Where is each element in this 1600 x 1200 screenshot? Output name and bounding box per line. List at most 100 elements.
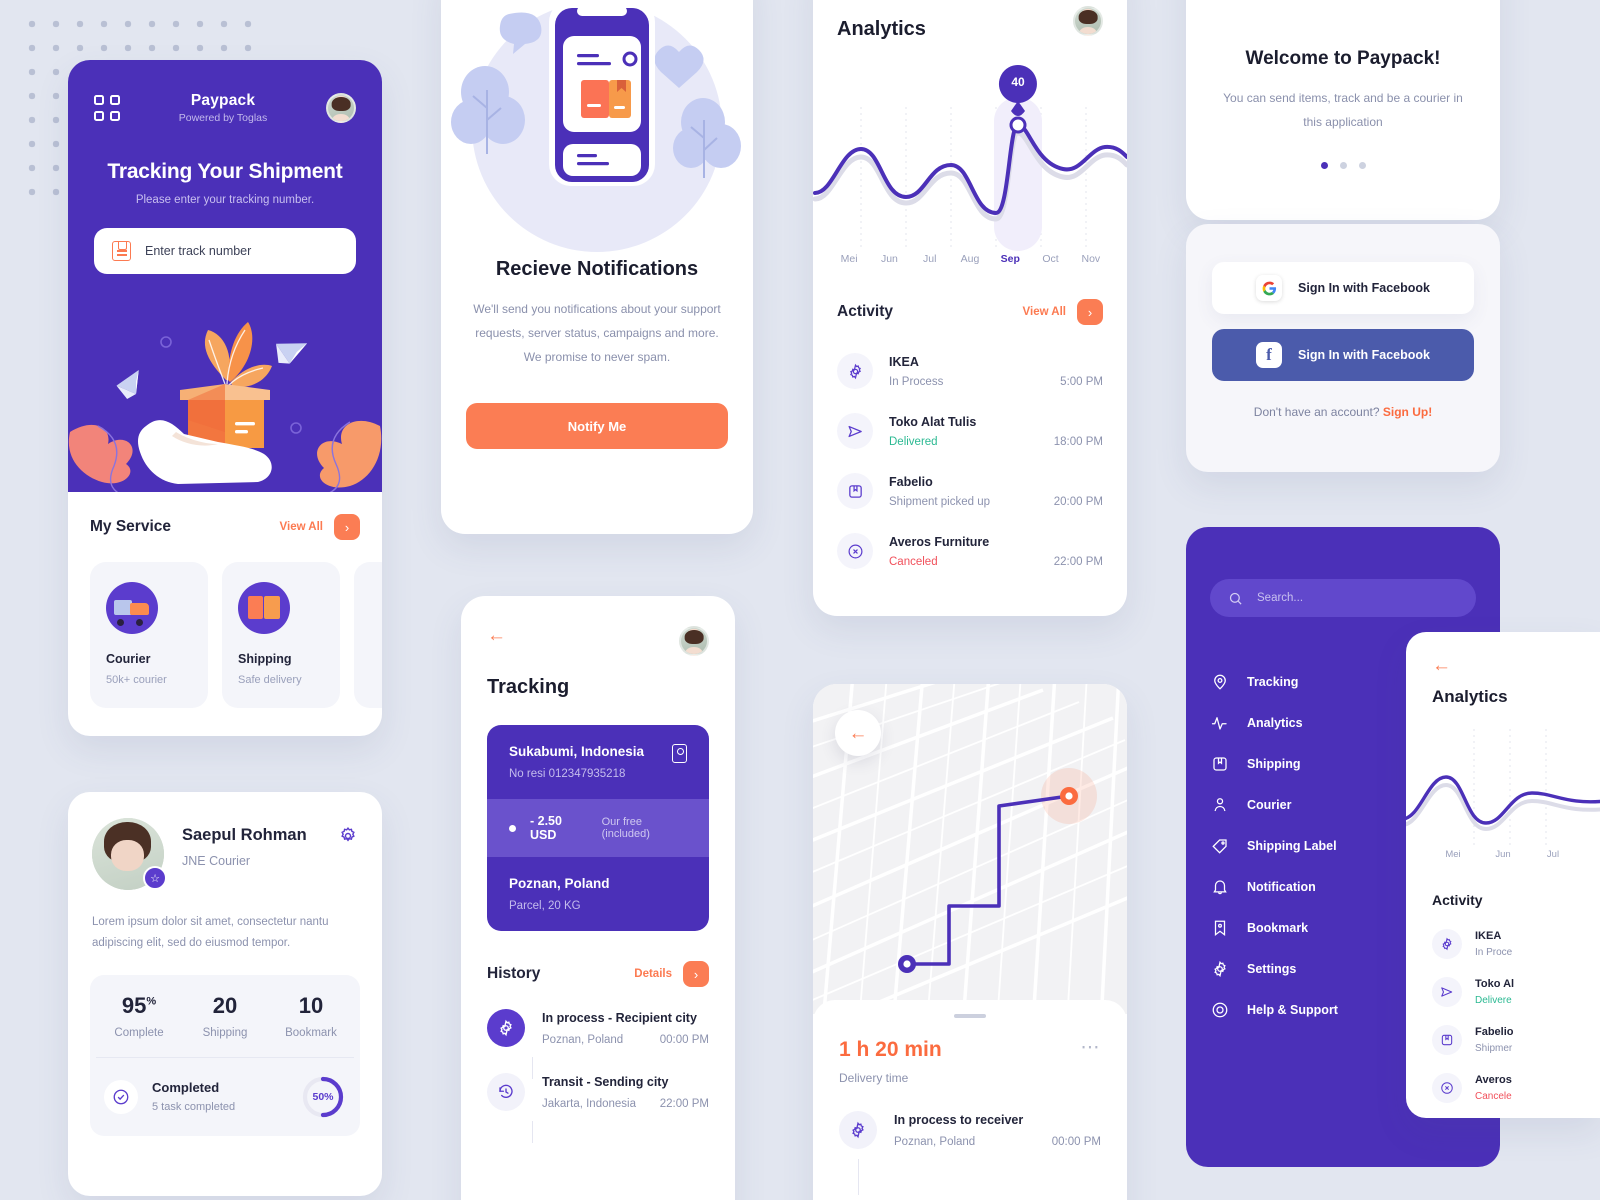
stat-complete: 95% Complete <box>96 993 182 1039</box>
activity-name: Fabelio <box>1475 1026 1514 1038</box>
history-header: History Details › <box>461 961 735 987</box>
pager-dot-2[interactable] <box>1339 162 1347 169</box>
stat-value: 95 <box>121 992 147 1018</box>
view-all-label[interactable]: View All <box>1023 306 1066 318</box>
analytics-overlay-panel: ← Analytics Mei Jun Jul Activity IKEA In… <box>1406 632 1600 1118</box>
service-name: Courier <box>106 652 151 666</box>
activity-item[interactable]: Averos Furniture Canceled 22:00 PM <box>837 521 1103 581</box>
activity-item[interactable]: Fabelio Shipment picked up 20:00 PM <box>837 461 1103 521</box>
profile-avatar[interactable]: ☆ <box>92 818 167 890</box>
sidebar-item-label: Analytics <box>1247 715 1303 730</box>
chevron-right-button[interactable]: › <box>683 961 709 987</box>
bookmark-icon[interactable] <box>672 744 687 763</box>
activity-header: Activity View All › <box>813 299 1127 325</box>
section-title: My Service <box>90 518 171 535</box>
activity-item[interactable]: IKEA In Proce <box>1432 920 1600 968</box>
chevron-right-button[interactable]: › <box>1077 299 1103 325</box>
tracking-home-screen: Paypack Powered by Toglas Tracking Your … <box>68 60 382 736</box>
user-icon <box>1210 795 1229 814</box>
activity-time: 22:00 PM <box>1053 555 1103 568</box>
notify-me-button[interactable]: Notify Me <box>466 403 728 449</box>
page-subtitle: Please enter your tracking number. <box>135 194 315 206</box>
avatar[interactable] <box>1073 6 1103 36</box>
avatar[interactable] <box>326 93 356 123</box>
search-input[interactable]: Search... <box>1210 579 1476 617</box>
activity-item[interactable]: IKEA In Process 5:00 PM <box>837 341 1103 401</box>
welcome-body: You can send items, track and be a couri… <box>1223 91 1463 129</box>
chevron-right-button[interactable]: › <box>334 514 360 540</box>
my-service-header: My Service View All › <box>90 514 360 540</box>
gear-icon[interactable] <box>338 826 358 846</box>
details-group[interactable]: Details › <box>634 961 709 987</box>
search-icon <box>1229 592 1242 605</box>
step-title: In process to receiver <box>894 1113 1024 1127</box>
pager-dot-1[interactable] <box>1320 162 1328 169</box>
activity-status: Canceled <box>889 555 938 568</box>
activity-status: In Proce <box>1475 947 1513 958</box>
package-icon <box>112 241 131 261</box>
delivery-bottom-sheet: 1 h 20 min Delivery time ⋯ In process to… <box>813 1000 1127 1200</box>
signup-link[interactable]: Sign Up! <box>1383 405 1432 419</box>
stat-shipping: 20 Shipping <box>182 993 268 1039</box>
sidebar-item-label: Help & Support <box>1247 1002 1338 1017</box>
facebook-icon: f <box>1256 342 1283 368</box>
x-tick: Jun <box>1495 849 1511 860</box>
bookmark-icon <box>1210 918 1229 937</box>
service-card-peek[interactable] <box>354 562 382 708</box>
notification-body: We'll send you notifications about your … <box>473 302 721 364</box>
avatar[interactable] <box>679 626 709 656</box>
view-all-label[interactable]: View All <box>280 521 323 533</box>
delivery-step-item[interactable]: In process to receiver Poznan, Poland 00… <box>839 1111 1101 1195</box>
service-card-shipping[interactable]: Shipping Safe delivery <box>222 562 340 708</box>
gear-icon <box>837 353 873 389</box>
shipment-origin: Sukabumi, Indonesia No resi 012347935218 <box>487 725 709 799</box>
service-card-courier[interactable]: Courier 50k+ courier <box>90 562 208 708</box>
track-number-input[interactable]: Enter track number <box>94 228 356 274</box>
x-tick: Jun <box>880 253 898 265</box>
onboarding-pager[interactable] <box>1186 162 1500 169</box>
service-name: Shipping <box>238 652 292 666</box>
view-all-group[interactable]: View All › <box>280 514 360 540</box>
service-meta: Safe delivery <box>238 674 302 686</box>
stat-value: 20 <box>212 992 238 1018</box>
activity-time: 18:00 PM <box>1053 435 1103 448</box>
back-arrow-icon[interactable]: ← <box>487 626 506 645</box>
history-place: Jakarta, Indonesia <box>542 1098 636 1110</box>
history-item[interactable]: In process - Recipient city Poznan, Pola… <box>487 1009 709 1079</box>
history-list: In process - Recipient city Poznan, Pola… <box>461 987 735 1143</box>
sheet-grabber[interactable] <box>954 1014 986 1018</box>
profile-header: ☆ Saepul Rohman JNE Courier <box>68 792 382 890</box>
sign-in-facebook-button[interactable]: f Sign In with Facebook <box>1212 329 1474 381</box>
map-area[interactable]: ← <box>813 684 1127 1014</box>
back-arrow-icon[interactable]: ← <box>1432 656 1600 675</box>
history-item[interactable]: Transit - Sending city Jakarta, Indonesi… <box>487 1073 709 1143</box>
cancel-icon <box>837 533 873 569</box>
shipment-destination: Poznan, Poland Parcel, 20 KG <box>487 857 709 931</box>
screenshot-canvas: Paypack Powered by Toglas Tracking Your … <box>0 0 1600 1200</box>
shipment-fee: - 2.50 USD Our free (included) <box>487 799 709 857</box>
grid-menu-icon[interactable] <box>94 95 120 121</box>
view-all-group[interactable]: View All › <box>1023 299 1103 325</box>
history-title-text: In process - Recipient city <box>542 1011 697 1025</box>
sign-in-google-button[interactable]: Sign In with Facebook <box>1212 262 1474 314</box>
sidebar-item-label: Shipping Label <box>1247 838 1337 853</box>
fee-amount: - 2.50 USD <box>530 814 562 842</box>
notification-title: Recieve Notifications <box>495 258 699 280</box>
destination-meta: Parcel, 20 KG <box>509 900 581 912</box>
profile-name: Saepul Rohman <box>182 826 307 844</box>
pager-dot-3[interactable] <box>1358 162 1366 169</box>
activity-item[interactable]: Toko Al Delivere <box>1432 968 1600 1016</box>
more-options-icon[interactable]: ⋯ <box>1081 1038 1102 1057</box>
back-button[interactable]: ← <box>835 710 881 756</box>
overlay-top: ← Analytics <box>1406 632 1600 707</box>
my-service-section: My Service View All › Courier 50k+ couri… <box>68 492 382 708</box>
progress-value: 50% <box>312 1090 334 1103</box>
details-label[interactable]: Details <box>634 968 672 980</box>
home-hero: Paypack Powered by Toglas Tracking Your … <box>68 60 382 492</box>
activity-item[interactable]: Toko Alat Tulis Delivered 18:00 PM <box>837 401 1103 461</box>
gear-icon <box>487 1009 525 1047</box>
delivery-time-value: 1 h 20 min <box>839 1038 942 1061</box>
activity-item[interactable]: Averos Cancele <box>1432 1064 1600 1112</box>
send-icon <box>837 413 873 449</box>
activity-item[interactable]: Fabelio Shipmer <box>1432 1016 1600 1064</box>
